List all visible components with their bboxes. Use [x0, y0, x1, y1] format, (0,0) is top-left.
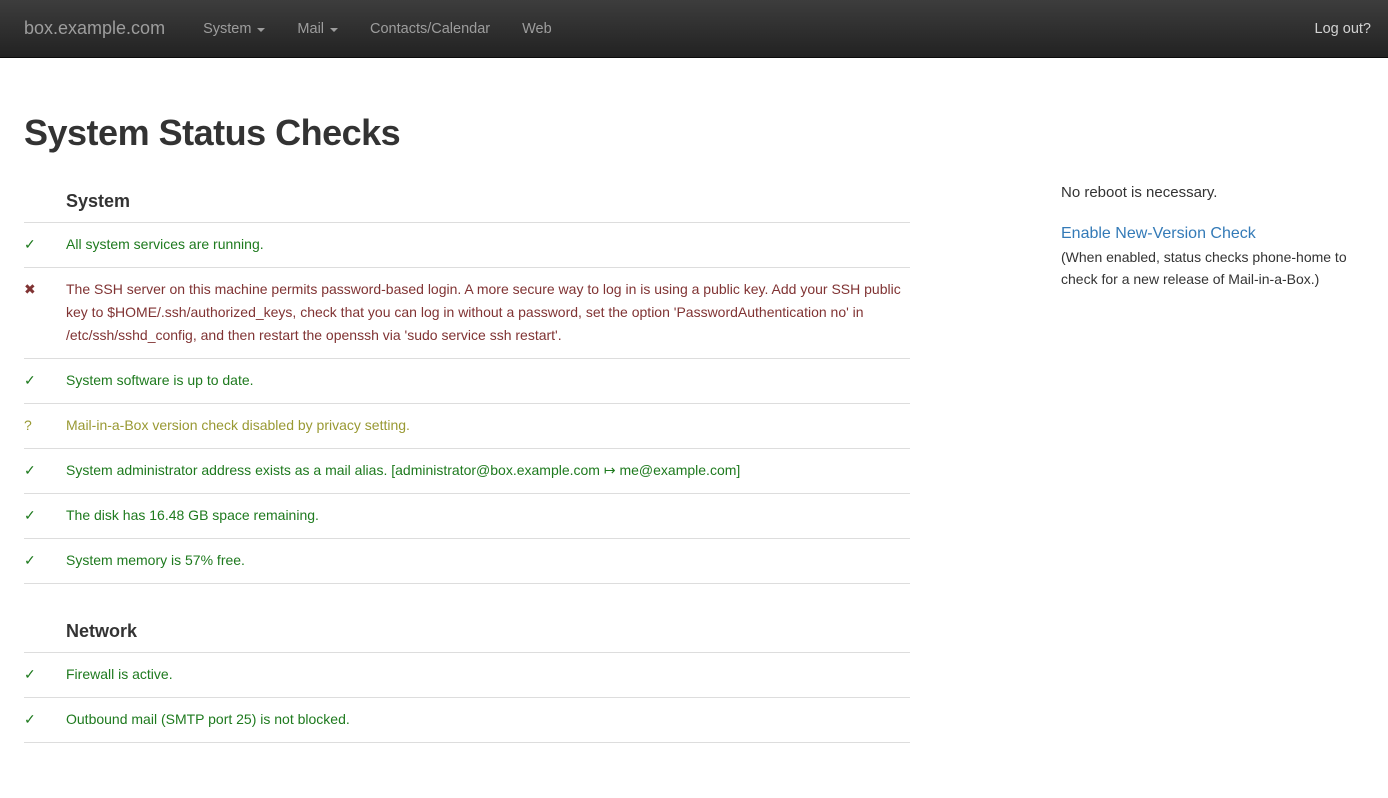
status-text: The disk has 16.48 GB space remaining.: [66, 494, 910, 539]
nav-item-label: Contacts/Calendar: [370, 21, 490, 37]
question-icon: ?: [24, 417, 32, 433]
enable-new-version-check-note: (When enabled, status checks phone-home …: [1061, 247, 1378, 290]
section-heading-row: Network: [24, 584, 910, 653]
nav-item-label: System: [203, 21, 251, 37]
sidebar-panel: No reboot is necessary. Enable New-Versi…: [1061, 154, 1378, 290]
top-navbar: box.example.com System Mail Contacts/Cal…: [0, 0, 1388, 58]
status-text: Mail-in-a-Box version check disabled by …: [66, 404, 910, 449]
reboot-status-text: No reboot is necessary.: [1061, 184, 1378, 201]
status-row: ? Mail-in-a-Box version check disabled by…: [24, 404, 910, 449]
status-text: The SSH server on this machine permits p…: [66, 268, 910, 359]
status-checks-table-body: System✓All system services are running.✖…: [24, 154, 910, 743]
check-icon: ✓: [24, 552, 36, 568]
status-text: System memory is 57% free.: [66, 539, 910, 584]
nav-links: System Mail Contacts/Calendar Web: [187, 2, 568, 56]
status-icon-cell: ✓: [24, 698, 66, 743]
section-heading: System: [24, 154, 910, 223]
check-icon: ✓: [24, 507, 36, 523]
status-text: Firewall is active.: [66, 653, 910, 698]
status-row: ✓ System software is up to date.: [24, 359, 910, 404]
check-icon: ✓: [24, 666, 36, 682]
status-icon-cell: ✓: [24, 223, 66, 268]
nav-item-label: Mail: [297, 21, 324, 37]
check-icon: ✓: [24, 372, 36, 388]
enable-new-version-check-link[interactable]: Enable New-Version Check: [1061, 225, 1256, 243]
status-text: All system services are running.: [66, 223, 910, 268]
caret-down-icon: [257, 28, 265, 32]
page-content: System Status Checks System ✓ All system s…: [0, 112, 1388, 743]
content-columns: System✓All system services are running.✖…: [24, 154, 1388, 743]
nav-item-label: Web: [522, 21, 552, 37]
status-icon-cell: ✓: [24, 494, 66, 539]
status-text: System software is up to date.: [66, 359, 910, 404]
status-icon-cell: ?: [24, 404, 66, 449]
status-text: Outbound mail (SMTP port 25) is not bloc…: [66, 698, 910, 743]
status-row: ✓ Firewall is active.: [24, 653, 910, 698]
brand-link[interactable]: box.example.com: [24, 18, 165, 39]
section-heading: Network: [24, 584, 910, 653]
check-icon: ✓: [24, 462, 36, 478]
nav-item-web[interactable]: Web: [506, 2, 568, 56]
status-icon-cell: ✓: [24, 449, 66, 494]
check-icon: ✓: [24, 711, 36, 727]
caret-down-icon: [330, 28, 338, 32]
status-row: ✓ Outbound mail (SMTP port 25) is not blo…: [24, 698, 910, 743]
status-icon-cell: ✖: [24, 268, 66, 359]
status-row: ✓ All system services are running.: [24, 223, 910, 268]
status-checks-table: System✓All system services are running.✖…: [24, 154, 910, 743]
status-icon-cell: ✓: [24, 539, 66, 584]
status-icon-cell: ✓: [24, 359, 66, 404]
logout-link[interactable]: Log out?: [1315, 2, 1371, 56]
status-row: ✓ System memory is 57% free.: [24, 539, 910, 584]
status-row: ✖ The SSH server on this machine permits …: [24, 268, 910, 359]
status-row: ✓ System administrator address exists as …: [24, 449, 910, 494]
nav-item-mail[interactable]: Mail: [281, 2, 354, 56]
status-row: ✓ The disk has 16.48 GB space remaining.: [24, 494, 910, 539]
status-checks-panel: System✓All system services are running.✖…: [24, 154, 910, 743]
x-icon: ✖: [24, 281, 36, 297]
page-title: System Status Checks: [24, 112, 1388, 154]
nav-item-contacts-calendar[interactable]: Contacts/Calendar: [354, 2, 506, 56]
check-icon: ✓: [24, 236, 36, 252]
section-heading-row: System: [24, 154, 910, 223]
status-text: System administrator address exists as a…: [66, 449, 910, 494]
status-icon-cell: ✓: [24, 653, 66, 698]
nav-item-system[interactable]: System: [187, 2, 281, 56]
